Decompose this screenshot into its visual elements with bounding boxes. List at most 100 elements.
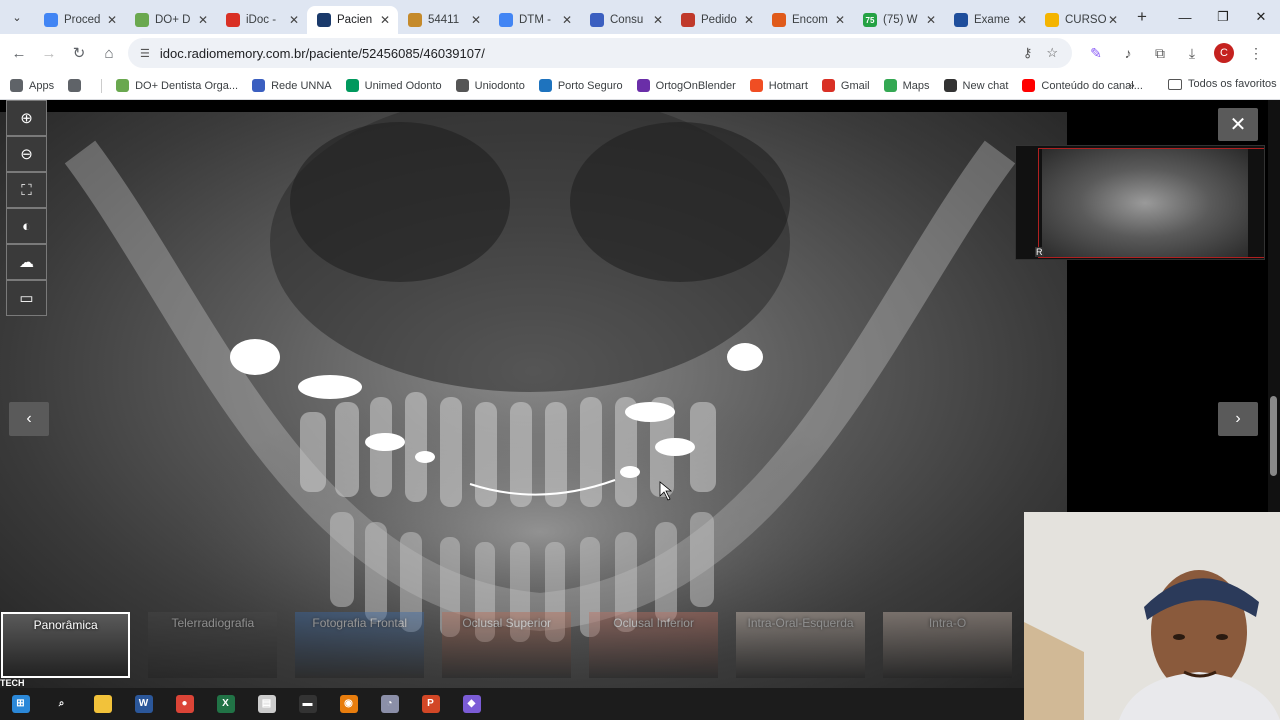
next-image-button[interactable]: › [1218,402,1258,436]
bookmark-item[interactable]: Gmail [821,79,870,92]
close-viewer-button[interactable]: ✕ [1218,108,1258,141]
bookmarks-more-button[interactable]: » [1128,78,1135,92]
tab-title: Pedido [701,14,737,26]
address-bar[interactable]: ☰ idoc.radiomemory.com.br/paciente/52456… [128,38,1072,68]
browser-tab[interactable]: DO+ D ✕ [125,6,216,34]
all-bookmarks-folder[interactable]: Todos os favoritos [1168,78,1277,90]
bookmark-item[interactable]: Unimed Odonto [345,79,442,92]
home-button[interactable]: ⌂ [94,38,124,68]
image-thumbnail[interactable]: Oclusal Superior [442,612,572,678]
bookmark-item[interactable]: Maps [883,79,930,92]
panoramic-xray-image[interactable] [0,112,1067,688]
mail-icon [772,13,786,27]
download-icon[interactable]: ⤓ [1176,45,1208,62]
tab-close-icon[interactable]: ✕ [469,13,483,27]
site-info-icon[interactable]: ☰ [140,47,150,60]
tab-close-icon[interactable]: ✕ [742,13,756,27]
taskbar-button[interactable]: P [410,688,451,720]
pen-extension-icon[interactable]: ✎ [1080,45,1112,62]
browser-tab[interactable]: Exame ✕ [944,6,1035,34]
taskbar-button[interactable]: ● [164,688,205,720]
taskbar-button[interactable]: X [205,688,246,720]
bookmark-item[interactable]: Rede UNNA [252,79,332,92]
tab-close-icon[interactable]: ✕ [105,13,119,27]
browser-tab[interactable]: Consu ✕ [580,6,671,34]
viewer-tool-button[interactable]: ◐ [6,208,47,244]
minimize-icon[interactable]: — [1166,0,1204,34]
viewer-tool-button[interactable]: ⛶ [6,172,47,208]
bookmark-item[interactable]: Hotmart [749,79,808,92]
minimap-viewport-frame[interactable] [1038,148,1264,258]
new-tab-button[interactable]: + [1130,7,1154,27]
bookmark-item[interactable]: DO+ Dentista Orga... [116,79,238,92]
image-thumbnail[interactable]: Oclusal Inferior [589,612,719,678]
tab-search-button[interactable]: ⌄ [6,6,28,28]
bookmark-item[interactable]: Conteúdo do canal... [1022,79,1143,92]
viewer-tool-button[interactable]: ☁ [6,244,47,280]
url-text[interactable]: idoc.radiomemory.com.br/paciente/5245608… [160,46,1023,61]
key-icon[interactable]: ⚷ [1023,45,1033,61]
restore-icon[interactable]: ❐ [1204,0,1242,34]
screen: ⌄ Proced ✕ DO+ D ✕ iDoc - ✕ Pacien ✕ 54411 ✕ DTM -… [0,0,1280,720]
browser-tab[interactable]: Pedido ✕ [671,6,762,34]
taskbar-button[interactable] [82,688,123,720]
bookmark-item[interactable]: Porto Seguro [538,79,623,92]
bookmark-label: Maps [902,79,930,92]
tab-close-icon[interactable]: ✕ [560,13,574,27]
tab-close-icon[interactable]: ✕ [378,13,392,27]
xray-drawing [64,112,1016,682]
taskbar-button[interactable]: ⌕ [41,688,82,720]
browser-tab[interactable]: Encom ✕ [762,6,853,34]
idoc-icon [317,13,331,27]
viewer-tool-button[interactable]: ⊖ [6,136,47,172]
tab-close-icon[interactable]: ✕ [924,13,938,27]
bookmark-item[interactable]: Apps [10,79,54,92]
bookmark-item[interactable]: Uniodonto [455,79,525,92]
tab-close-icon[interactable]: ✕ [1106,13,1120,27]
browser-tab[interactable]: Proced ✕ [34,6,125,34]
forward-button[interactable]: → [34,38,64,68]
taskbar-button[interactable]: ◆ [451,688,492,720]
taskbar-button[interactable]: ◔ [369,688,410,720]
tab-close-icon[interactable]: ✕ [196,13,210,27]
taskbar-button[interactable]: ◉ [328,688,369,720]
bookmark-item[interactable]: New chat [943,79,1008,92]
star-icon[interactable]: ☆ [1046,45,1058,61]
taskbar-button[interactable]: W [123,688,164,720]
browser-tab[interactable]: DTM - ✕ [489,6,580,34]
image-thumbnail[interactable]: Telerradiografia [148,612,278,678]
taskbar-button[interactable]: ⊞ [0,688,41,720]
image-thumbnail[interactable]: Intra-Oral-Esquerda [736,612,866,678]
browser-tab[interactable]: 54411 ✕ [398,6,489,34]
back-button[interactable]: ← [4,38,34,68]
prev-image-button[interactable]: ‹ [9,402,49,436]
browser-tab[interactable]: iDoc - ✕ [216,6,307,34]
taskbar-button[interactable]: ▬ [287,688,328,720]
image-thumbnail[interactable]: Fotografia Frontal [295,612,425,678]
openai-icon [943,79,957,92]
extensions-icon[interactable]: ⧉ [1144,45,1176,62]
minimap[interactable]: R [1015,145,1265,260]
browser-tab[interactable]: Pacien ✕ [307,6,398,34]
bookmark-item[interactable]: OrtogOnBlender [636,79,736,92]
reload-button[interactable]: ↻ [64,38,94,68]
tab-close-icon[interactable]: ✕ [1015,13,1029,27]
bookmark-item[interactable] [68,79,87,92]
tab-close-icon[interactable]: ✕ [287,13,301,27]
grid-icon [68,79,82,92]
taskbar-button[interactable]: ▤ [246,688,287,720]
tab-close-icon[interactable]: ✕ [833,13,847,27]
tab-title: Encom [792,14,828,26]
menu-dots-icon[interactable]: ⋮ [1240,45,1272,62]
close-window-icon[interactable]: ✕ [1242,0,1280,34]
microphone-icon[interactable]: ♪ [1112,45,1144,61]
tab-close-icon[interactable]: ✕ [651,13,665,27]
image-thumbnail[interactable]: Intra-O [883,612,1012,678]
viewer-tool-button[interactable]: ▭ [6,280,47,316]
profile-avatar[interactable]: C [1214,43,1234,63]
scrollbar-thumb[interactable] [1270,396,1277,476]
viewer-tool-button[interactable]: ⊕ [6,100,47,136]
browser-tab[interactable]: CURSO ✕ [1035,6,1126,34]
browser-tab[interactable]: 75 (75) W ✕ [853,6,944,34]
image-thumbnail[interactable]: Panorâmica [1,612,131,678]
